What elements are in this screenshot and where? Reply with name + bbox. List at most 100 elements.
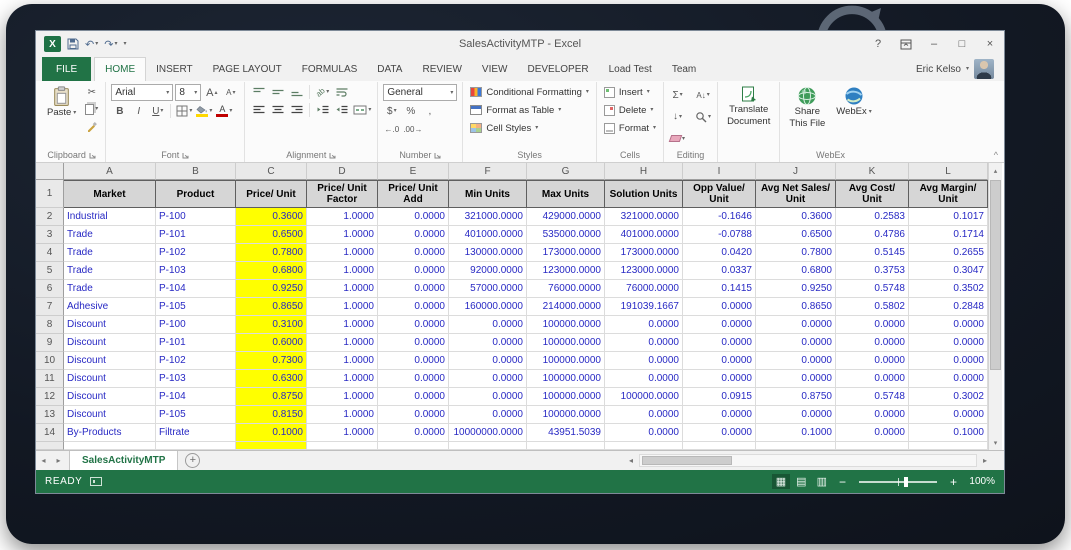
cell-A6[interactable]: Trade [64,280,156,298]
cell-D14[interactable]: 1.0000 [307,424,378,442]
column-header-F[interactable]: F [449,163,527,180]
cell-I1[interactable]: Opp Value/ Unit [683,180,756,208]
ribbon-tab-formulas[interactable]: FORMULAS [292,57,368,81]
cell-H1[interactable]: Solution Units [605,180,683,208]
help-button[interactable]: ? [864,31,892,57]
macro-record-icon[interactable] [90,477,103,486]
ribbon-tab-team[interactable]: Team [662,57,706,81]
cell-F9[interactable]: 0.0000 [449,334,527,352]
cell-J12[interactable]: 0.8750 [756,388,836,406]
cell-L2[interactable]: 0.1017 [909,208,988,226]
cell-B13[interactable]: P-105 [156,406,236,424]
select-all-corner[interactable] [36,163,64,180]
row-header-3[interactable]: 3 [36,226,64,244]
user-account[interactable]: Eric Kelso ▾ [916,57,1004,81]
column-header-D[interactable]: D [307,163,378,180]
cell-D8[interactable]: 1.0000 [307,316,378,334]
row-header-9[interactable]: 9 [36,334,64,352]
align-top-button[interactable] [250,84,267,100]
align-bottom-button[interactable] [288,84,305,100]
cell-A14[interactable]: By-Products [64,424,156,442]
ribbon-tab-developer[interactable]: DEVELOPER [517,57,598,81]
cell-A2[interactable]: Industrial [64,208,156,226]
ribbon-tab-file[interactable]: FILE [42,57,92,81]
ribbon-display-options-button[interactable] [892,31,920,57]
cell-F15[interactable] [449,442,527,450]
cell-D4[interactable]: 1.0000 [307,244,378,262]
cell-F7[interactable]: 160000.0000 [449,298,527,316]
cell-C13[interactable]: 0.8150 [236,406,307,424]
orientation-button[interactable]: ab ▾ [314,84,331,100]
cell-D10[interactable]: 1.0000 [307,352,378,370]
cell-A13[interactable]: Discount [64,406,156,424]
copy-button[interactable]: ▾ [83,101,100,117]
cell-C10[interactable]: 0.7300 [236,352,307,370]
cell-K2[interactable]: 0.2583 [836,208,909,226]
hscroll-right-button[interactable]: ▸ [978,456,992,465]
zoom-slider-thumb[interactable] [904,476,909,487]
cell-J9[interactable]: 0.0000 [756,334,836,352]
column-header-J[interactable]: J [756,163,836,180]
cell-D11[interactable]: 1.0000 [307,370,378,388]
cell-K6[interactable]: 0.5748 [836,280,909,298]
cell-I2[interactable]: -0.1646 [683,208,756,226]
ribbon-tab-page-layout[interactable]: PAGE LAYOUT [203,57,292,81]
cell-C14[interactable]: 0.1000 [236,424,307,442]
save-button[interactable] [67,38,79,50]
ribbon-tab-view[interactable]: VIEW [472,57,518,81]
cell-C6[interactable]: 0.9250 [236,280,307,298]
cell-B4[interactable]: P-102 [156,244,236,262]
align-center-button[interactable] [269,102,286,118]
cell-B5[interactable]: P-103 [156,262,236,280]
cell-I14[interactable]: 0.0000 [683,424,756,442]
cell-F5[interactable]: 92000.0000 [449,262,527,280]
cell-H10[interactable]: 0.0000 [605,352,683,370]
row-header-12[interactable]: 12 [36,388,64,406]
cell-F14[interactable]: 10000000.0000 [449,424,527,442]
conditional-formatting-button[interactable]: Conditional Formatting ▾ [468,84,591,100]
cell-F8[interactable]: 0.0000 [449,316,527,334]
cell-L4[interactable]: 0.2655 [909,244,988,262]
cell-F1[interactable]: Min Units [449,180,527,208]
cell-E6[interactable]: 0.0000 [378,280,449,298]
cell-K11[interactable]: 0.0000 [836,370,909,388]
cell-B12[interactable]: P-104 [156,388,236,406]
cell-E5[interactable]: 0.0000 [378,262,449,280]
cell-E15[interactable] [378,442,449,450]
cell-K8[interactable]: 0.0000 [836,316,909,334]
new-sheet-button[interactable]: + [185,453,201,468]
cell-H8[interactable]: 0.0000 [605,316,683,334]
cell-L12[interactable]: 0.3002 [909,388,988,406]
column-header-B[interactable]: B [156,163,236,180]
cell-G3[interactable]: 535000.0000 [527,226,605,244]
cut-button[interactable]: ✂ [83,84,100,100]
cell-J15[interactable] [756,442,836,450]
minimize-button[interactable]: – [920,31,948,57]
merge-center-button[interactable]: ▾ [352,102,372,118]
cell-K9[interactable]: 0.0000 [836,334,909,352]
cell-A12[interactable]: Discount [64,388,156,406]
cell-C3[interactable]: 0.6500 [236,226,307,244]
cell-G4[interactable]: 173000.0000 [527,244,605,262]
row-header-15[interactable] [36,442,64,450]
cell-K4[interactable]: 0.5145 [836,244,909,262]
cell-J11[interactable]: 0.0000 [756,370,836,388]
cell-J13[interactable]: 0.0000 [756,406,836,424]
sheet-tab[interactable]: SalesActivityMTP [69,451,179,470]
column-header-I[interactable]: I [683,163,756,180]
vertical-scroll-thumb[interactable] [990,180,1001,371]
ribbon-tab-review[interactable]: REVIEW [412,57,471,81]
share-this-file-button[interactable]: Share This File [785,84,829,148]
cell-C9[interactable]: 0.6000 [236,334,307,352]
cell-E7[interactable]: 0.0000 [378,298,449,316]
cell-H13[interactable]: 0.0000 [605,406,683,424]
horizontal-scrollbar[interactable]: ◂ ▸ [624,451,1004,470]
increase-indent-button[interactable] [333,102,350,118]
horizontal-scroll-thumb[interactable] [642,456,732,465]
autosum-button[interactable]: Σ ▾ [669,87,686,103]
row-header-14[interactable]: 14 [36,424,64,442]
view-normal-button[interactable]: ▦ [771,474,791,489]
cell-D12[interactable]: 1.0000 [307,388,378,406]
cell-A7[interactable]: Adhesive [64,298,156,316]
cell-D1[interactable]: Price/ Unit Factor [307,180,378,208]
